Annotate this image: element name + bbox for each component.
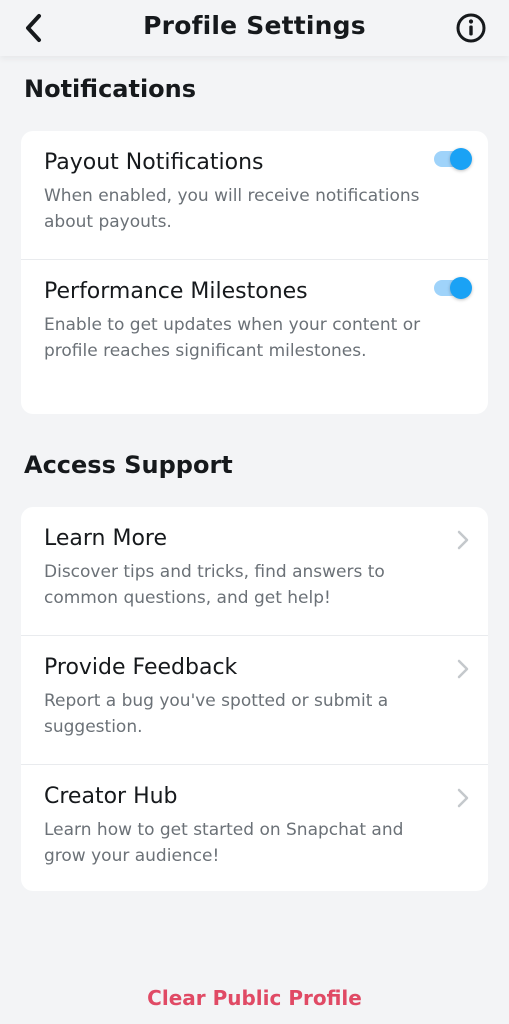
notifications-card: Payout Notifications When enabled, you w… [21, 131, 488, 414]
support-row-learn-more[interactable]: Learn More Discover tips and tricks, fin… [21, 507, 488, 636]
setting-row-performance-milestones: Performance Milestones Enable to get upd… [21, 260, 488, 414]
support-description: Learn how to get started on Snapchat and… [44, 820, 404, 866]
chevron-right-icon [457, 530, 469, 550]
section-title-notifications: Notifications [24, 75, 197, 103]
performance-milestones-toggle[interactable] [434, 277, 472, 299]
support-card: Learn More Discover tips and tricks, fin… [21, 507, 488, 891]
support-row-creator-hub[interactable]: Creator Hub Learn how to get started on … [21, 765, 488, 891]
clear-public-profile-button[interactable]: Clear Public Profile [0, 984, 509, 1012]
support-title: Provide Feedback [44, 655, 238, 680]
top-bar: Profile Settings [0, 0, 509, 56]
chevron-right-icon [457, 788, 469, 808]
page-title: Profile Settings [143, 11, 366, 40]
setting-title: Payout Notifications [44, 150, 264, 175]
info-circle-icon [456, 13, 486, 43]
chevron-right-icon [457, 659, 469, 679]
info-button[interactable] [453, 10, 489, 46]
toggle-knob [450, 277, 472, 299]
payout-notifications-toggle[interactable] [434, 148, 472, 170]
setting-description: Enable to get updates when your content … [44, 315, 421, 361]
support-description: Discover tips and tricks, find answers t… [44, 562, 385, 608]
setting-description: When enabled, you will receive notificat… [44, 186, 420, 232]
setting-title: Performance Milestones [44, 279, 308, 304]
support-title: Learn More [44, 526, 168, 551]
support-title: Creator Hub [44, 784, 178, 809]
section-title-access-support: Access Support [24, 451, 233, 479]
support-description: Report a bug you've spotted or submit a … [44, 691, 389, 737]
support-row-provide-feedback[interactable]: Provide Feedback Report a bug you've spo… [21, 636, 488, 765]
toggle-knob [450, 148, 472, 170]
setting-row-payout-notifications: Payout Notifications When enabled, you w… [21, 131, 488, 260]
